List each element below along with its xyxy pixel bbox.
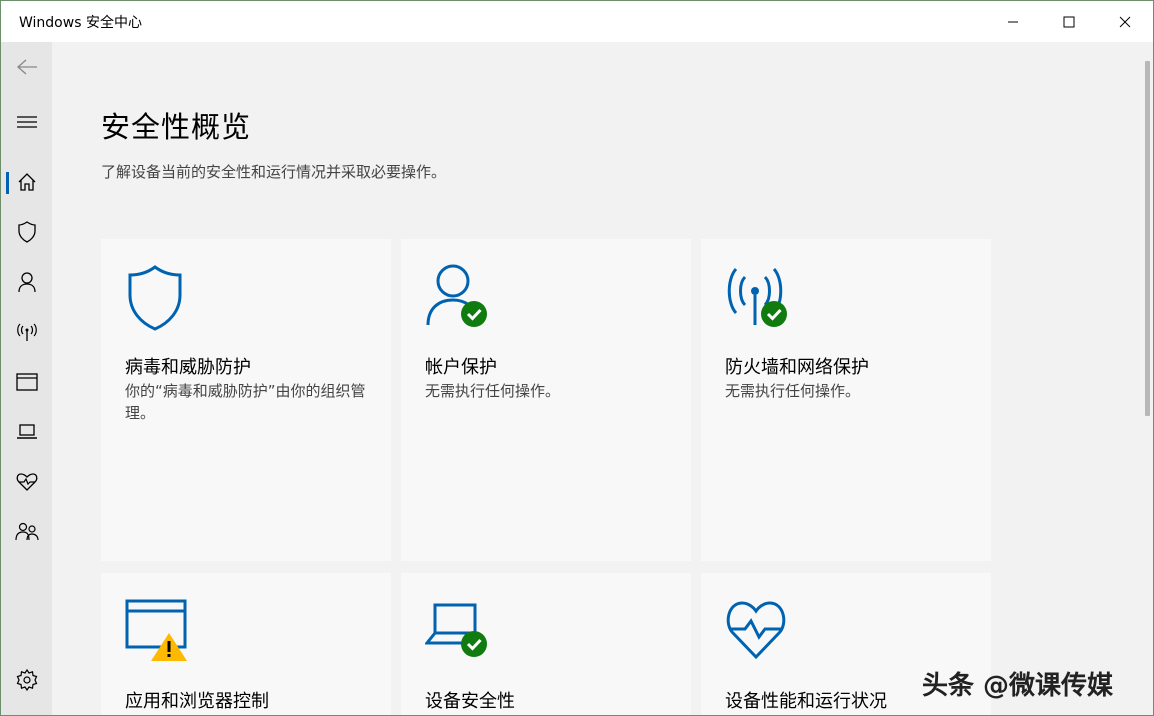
browser-window-icon	[15, 373, 38, 391]
shield-icon	[128, 265, 182, 331]
card-description: 无需执行任何操作。	[425, 382, 561, 400]
card-title: 设备安全性	[425, 691, 515, 712]
watermark: 头条 @微课传媒	[922, 671, 1114, 701]
card-description: 你的“病毒和威胁防护”由你的组织管理。	[125, 382, 366, 422]
person-icon	[17, 272, 36, 293]
minimize-button[interactable]	[985, 1, 1041, 42]
maximize-button[interactable]	[1041, 1, 1097, 42]
laptop-icon	[16, 424, 37, 439]
back-arrow-icon	[16, 59, 37, 75]
sidebar-item-app-browser[interactable]	[1, 362, 52, 402]
sidebar-item-virus-protection[interactable]	[1, 212, 52, 252]
gear-icon	[16, 669, 37, 691]
hamburger-menu-button[interactable]	[1, 102, 52, 142]
back-button[interactable]	[1, 47, 52, 87]
card-device-security[interactable]: 设备安全性	[401, 573, 691, 715]
close-button[interactable]	[1097, 1, 1153, 42]
card-firewall-network-protection[interactable]: 防火墙和网络保护 无需执行任何操作。	[701, 239, 991, 561]
page-subtitle: 了解设备当前的安全性和运行情况并采取必要操作。	[101, 163, 447, 181]
sidebar-nav	[1, 42, 52, 715]
antenna-check-icon	[727, 267, 787, 327]
app-window: Windows 安全中心 安全性概览 了解设备当前的安全性和运行情况并采取必要操…	[0, 0, 1154, 716]
sidebar-item-home[interactable]	[1, 162, 52, 202]
close-icon	[1119, 16, 1131, 27]
sidebar-item-device-performance[interactable]	[1, 462, 52, 502]
maximize-icon	[1063, 16, 1075, 27]
sidebar-item-settings[interactable]	[1, 660, 52, 700]
antenna-icon	[16, 323, 37, 341]
page-title: 安全性概览	[101, 110, 252, 144]
browser-warning-icon	[125, 599, 187, 661]
card-virus-threat-protection[interactable]: 病毒和威胁防护 你的“病毒和威胁防护”由你的组织管理。	[101, 239, 391, 561]
card-account-protection[interactable]: 帐户保护 无需执行任何操作。	[401, 239, 691, 561]
main-content: 安全性概览 了解设备当前的安全性和运行情况并采取必要操作。 病毒和威胁防护 你的…	[52, 42, 1153, 715]
laptop-check-icon	[425, 603, 487, 657]
card-title: 设备性能和运行状况	[725, 691, 887, 712]
card-title: 病毒和威胁防护	[125, 357, 251, 378]
sidebar-item-family-options[interactable]	[1, 512, 52, 552]
heart-pulse-icon	[726, 601, 786, 660]
card-title: 防火墙和网络保护	[725, 357, 869, 378]
title-bar: Windows 安全中心	[1, 1, 1153, 42]
shield-icon	[17, 221, 36, 243]
person-check-icon	[426, 264, 487, 327]
sidebar-item-account-protection[interactable]	[1, 262, 52, 302]
card-app-browser-control[interactable]: 应用和浏览器控制	[101, 573, 391, 715]
sidebar-item-device-security[interactable]	[1, 412, 52, 452]
card-title: 应用和浏览器控制	[125, 691, 269, 712]
home-icon	[18, 173, 35, 191]
card-title: 帐户保护	[425, 357, 497, 378]
minimize-icon	[1008, 21, 1018, 22]
family-icon	[14, 522, 39, 541]
hamburger-menu-icon	[16, 116, 37, 128]
window-title: Windows 安全中心	[19, 15, 142, 31]
vertical-scrollbar[interactable]	[1145, 61, 1150, 416]
heart-pulse-icon	[16, 473, 37, 491]
sidebar-item-firewall[interactable]	[1, 312, 52, 352]
card-description: 无需执行任何操作。	[725, 382, 861, 400]
